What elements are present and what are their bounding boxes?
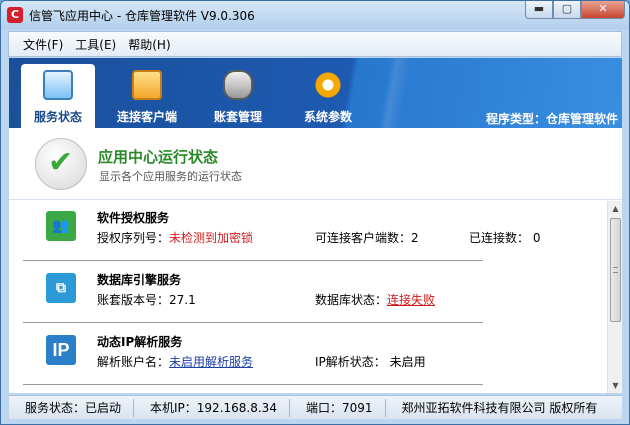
service-item-database: ⧉ 数据库引擎服务 账套版本号：27.1 数据库状态：连接失败: [23, 263, 483, 323]
maximize-button[interactable]: ▢: [553, 1, 581, 19]
database-status-link[interactable]: 连接失败: [387, 293, 435, 307]
users-icon: 👥: [46, 211, 76, 241]
database-engine-icon: ⧉: [46, 273, 76, 303]
monitor-icon: [43, 70, 73, 100]
status-subtitle: 显示各个应用服务的运行状态: [99, 170, 242, 183]
app-window: C 信管飞应用中心 - 仓库管理软件 V9.0.306 ▬ ▢ ✕ 文件(F) …: [0, 0, 630, 425]
copyright-text: 郑州亚拓软件科技有限公司 版权所有: [401, 400, 598, 415]
connected-count: 已连接数： 0: [469, 231, 541, 245]
service-name: 动态IP解析服务: [97, 335, 183, 349]
tab-system-params[interactable]: 系统参数: [291, 64, 365, 128]
toolbar-header: 服务状态 连接客户端 账套管理 系统参数 程序类型：仓库管理软件: [9, 58, 622, 128]
ip-icon: IP: [46, 335, 76, 365]
scroll-thumb[interactable]: [610, 218, 621, 322]
resolve-account: 解析账户名：未启用解析服务: [97, 353, 253, 370]
account-version: 账套版本号：27.1: [97, 291, 196, 308]
account-version-label: 账套版本号：: [97, 293, 170, 307]
database-icon: [223, 70, 253, 100]
database-status: 数据库状态：连接失败: [315, 291, 435, 308]
local-ip-text: 本机IP：192.168.8.34: [134, 398, 290, 417]
close-button[interactable]: ✕: [581, 1, 625, 19]
menu-help[interactable]: 帮助(H): [122, 36, 176, 53]
tab-label: 账套管理: [213, 110, 262, 124]
menu-bar: 文件(F) 工具(E) 帮助(H): [8, 31, 622, 57]
tab-service-status[interactable]: 服务状态: [21, 64, 95, 128]
users-icon: [132, 70, 162, 100]
window-title: 信管飞应用中心 - 仓库管理软件 V9.0.306: [29, 9, 255, 23]
title-bar[interactable]: C 信管飞应用中心 - 仓库管理软件 V9.0.306 ▬ ▢ ✕: [1, 1, 629, 29]
grip-icon: [613, 267, 618, 273]
service-item-license: 👥 软件授权服务 授权序列号：未检测到加密锁 可连接客户端数：2 已连接数： 0: [23, 201, 540, 261]
max-clients: 可连接客户端数：2: [315, 231, 419, 245]
tab-connected-clients[interactable]: 连接客户端: [109, 64, 185, 128]
minimize-button[interactable]: ▬: [525, 1, 553, 19]
license-serial-label: 授权序列号：: [97, 231, 170, 245]
scroll-up-arrow-icon[interactable]: ▲: [608, 201, 623, 216]
header-decoration: [369, 58, 429, 128]
program-type: 程序类型：仓库管理软件: [485, 112, 618, 126]
tab-label: 服务状态: [33, 110, 82, 124]
service-item-dynamic-ip: IP 动态IP解析服务 解析账户名：未启用解析服务 IP解析状态： 未启用: [23, 325, 483, 385]
service-name: 软件授权服务: [97, 211, 170, 225]
menu-file[interactable]: 文件(F): [9, 36, 69, 53]
service-name: 数据库引擎服务: [97, 273, 182, 287]
status-bar: 服务状态：已启动 本机IP：192.168.8.34 端口：7091 郑州亚拓软…: [9, 395, 622, 419]
tab-label: 系统参数: [303, 110, 352, 124]
main-content: ✔ 应用中心运行状态 显示各个应用服务的运行状态 👥 软件授权服务 授权序列号：…: [9, 128, 622, 393]
gear-icon: [313, 70, 343, 100]
window-controls: ▬ ▢ ✕: [525, 1, 625, 21]
status-header: ✔ 应用中心运行状态 显示各个应用服务的运行状态: [9, 128, 622, 200]
license-serial: 授权序列号：未检测到加密锁: [97, 229, 253, 246]
ip-resolve-status: IP解析状态： 未启用: [315, 355, 426, 369]
port-text: 端口：7091: [290, 398, 386, 417]
menu-tools[interactable]: 工具(E): [69, 36, 122, 53]
check-ok-icon: ✔: [35, 138, 87, 190]
resolve-account-label: 解析账户名：: [97, 355, 170, 369]
resolve-service-link[interactable]: 未启用解析服务: [169, 355, 253, 369]
app-logo-icon: C: [7, 7, 23, 23]
tab-account-management[interactable]: 账套管理: [201, 64, 275, 128]
account-version-value: 27.1: [169, 293, 196, 307]
scroll-down-arrow-icon[interactable]: ▼: [608, 378, 623, 393]
database-status-label: 数据库状态：: [315, 293, 388, 307]
service-status-text: 服务状态：已启动: [9, 398, 135, 417]
service-list[interactable]: 👥 软件授权服务 授权序列号：未检测到加密锁 可连接客户端数：2 已连接数： 0…: [9, 201, 607, 393]
status-title: 应用中心运行状态: [98, 148, 219, 166]
license-serial-value: 未检测到加密锁: [169, 231, 254, 245]
tab-label: 连接客户端: [116, 110, 177, 124]
vertical-scrollbar[interactable]: ▲ ▼: [607, 201, 622, 393]
